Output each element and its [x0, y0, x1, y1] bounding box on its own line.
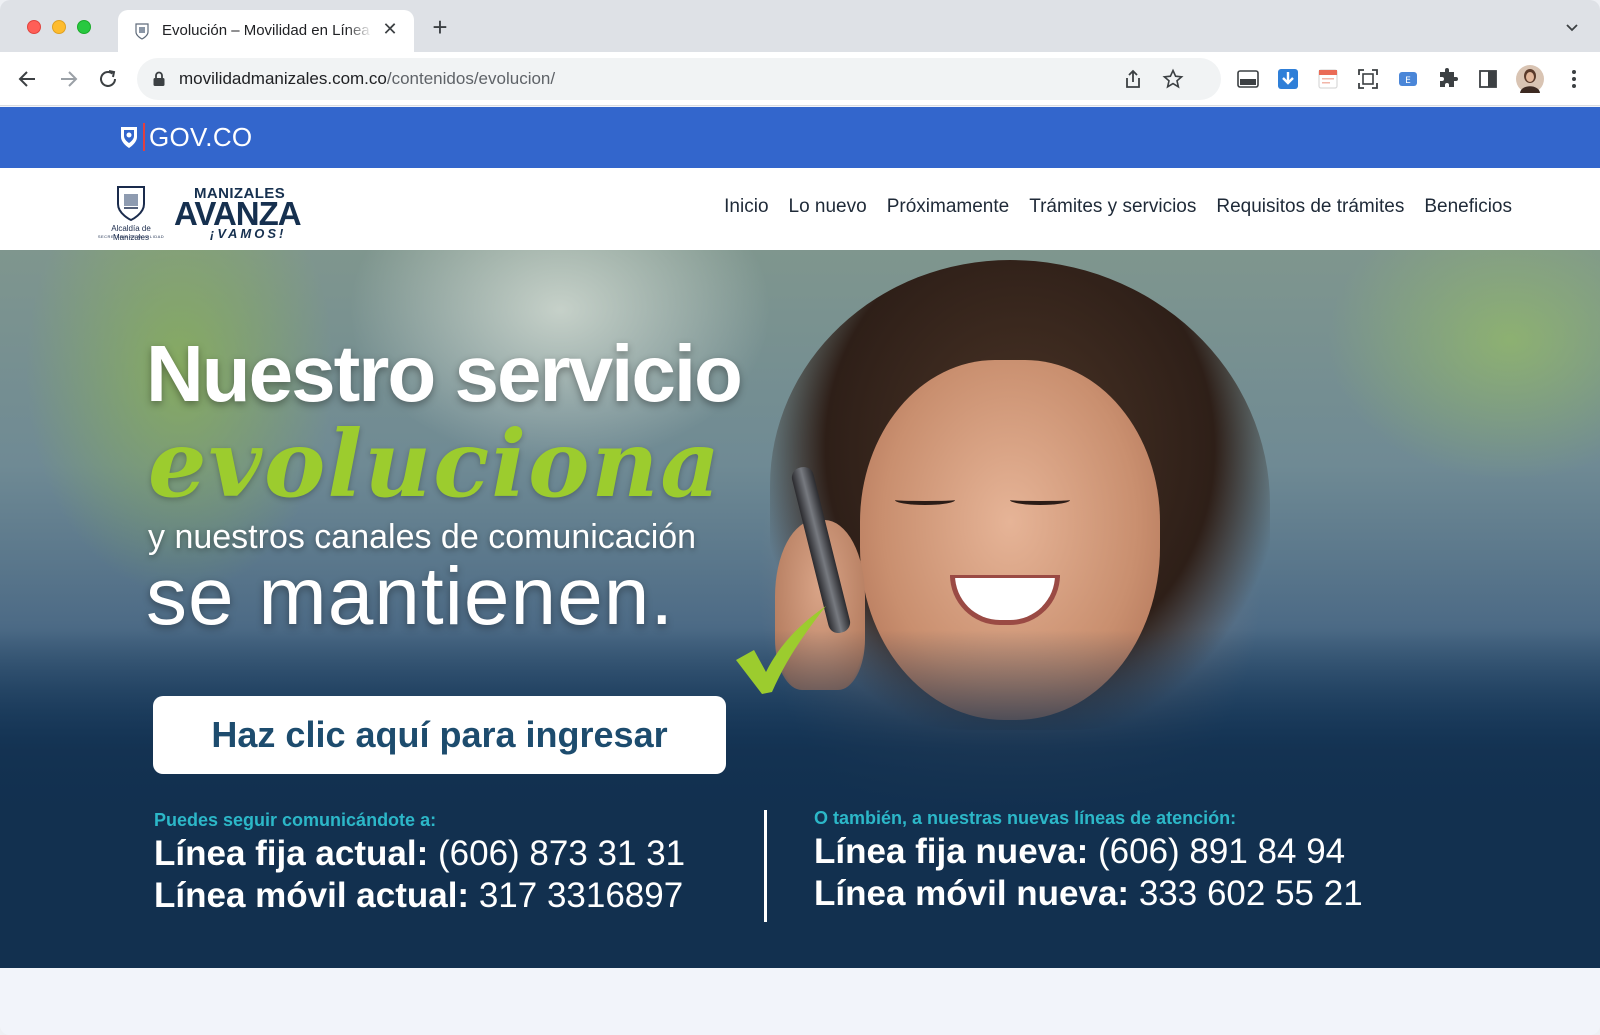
new-fixed-line: Línea fija nueva: (606) 891 84 94 — [814, 831, 1363, 873]
profile-avatar[interactable] — [1516, 65, 1544, 93]
site-header: Alcaldía de Manizales SECRETARÍA DE MOVI… — [0, 168, 1600, 250]
reload-icon[interactable] — [95, 66, 121, 92]
side-panel-icon[interactable] — [1476, 67, 1500, 91]
browser-toolbar: movilidadmanizales.com.co/contenidos/evo… — [0, 52, 1600, 106]
forward-arrow-icon[interactable] — [55, 66, 81, 92]
new-fixed-label: Línea fija nueva: — [814, 832, 1089, 871]
hero-banner: Nuestro servicio evoluciona y nuestros c… — [0, 250, 1600, 968]
download-extension-icon[interactable] — [1276, 67, 1300, 91]
crest-favicon-icon — [135, 23, 149, 40]
alcaldia-crest-icon — [117, 186, 145, 222]
new-extension-icon[interactable] — [1236, 67, 1260, 91]
new-contact-lines: O también, a nuestras nuevas líneas de a… — [814, 808, 1363, 915]
gov-co-label: GOV.CO — [149, 121, 253, 152]
gov-co-logo[interactable]: GOV.CO — [118, 121, 252, 153]
avanza-sub-text: ¡VAMOS! — [210, 226, 287, 241]
current-mobile-label: Línea móvil actual: — [154, 876, 470, 915]
current-contact-lines: Puedes seguir comunicándote a: Línea fij… — [154, 810, 685, 917]
svg-text:E: E — [1405, 76, 1411, 86]
contacts-divider — [764, 810, 767, 922]
hero-photo-eye-right — [1010, 495, 1070, 505]
close-window-button[interactable] — [27, 20, 41, 34]
nav-item-lo-nuevo[interactable]: Lo nuevo — [789, 196, 867, 218]
new-tab-icon[interactable]: + — [428, 14, 452, 40]
current-fixed-line: Línea fija actual: (606) 873 31 31 — [154, 833, 685, 875]
translate-extension-icon[interactable]: E — [1396, 67, 1420, 91]
url-text: movilidadmanizales.com.co/contenidos/evo… — [179, 69, 555, 89]
current-mobile-number[interactable]: 317 3316897 — [479, 876, 683, 915]
new-mobile-number[interactable]: 333 602 55 21 — [1139, 874, 1363, 913]
bookmark-star-icon[interactable] — [1162, 68, 1184, 90]
current-fixed-number[interactable]: (606) 873 31 31 — [438, 834, 685, 873]
nav-item-proximamente[interactable]: Próximamente — [887, 196, 1010, 218]
tab-strip: Evolución – Movilidad en Línea ✕ + — [0, 0, 1600, 52]
checkmark-icon — [736, 606, 826, 694]
new-mobile-label: Línea móvil nueva: — [814, 874, 1130, 913]
share-icon[interactable] — [1122, 68, 1144, 90]
address-bar[interactable]: movilidadmanizales.com.co/contenidos/evo… — [137, 58, 1221, 100]
gov-co-separator — [143, 123, 145, 151]
url-path: /contenidos/evolucion/ — [386, 69, 556, 88]
minimize-window-button[interactable] — [52, 20, 66, 34]
extensions-puzzle-icon[interactable] — [1436, 67, 1460, 91]
new-lines-heading: O también, a nuestras nuevas líneas de a… — [814, 808, 1237, 828]
nav-item-tramites-servicios[interactable]: Trámites y servicios — [1029, 196, 1196, 218]
manizales-avanza-logo[interactable]: MANIZALES AVANZA ¡VAMOS! — [174, 185, 302, 241]
current-lines-heading: Puedes seguir comunicándote a: — [154, 810, 437, 830]
web-page: GOV.CO Alcaldía de Manizales SECRETARÍA … — [0, 107, 1600, 1035]
alcaldia-subtitle: SECRETARÍA DE MOVILIDAD — [97, 234, 165, 239]
hero-photo-eye-left — [895, 495, 955, 505]
new-mobile-line: Línea móvil nueva: 333 602 55 21 — [814, 873, 1363, 915]
alcaldia-logo[interactable]: Alcaldía de Manizales SECRETARÍA DE MOVI… — [93, 184, 169, 242]
screen-capture-icon[interactable] — [1356, 67, 1380, 91]
calendar-extension-icon[interactable] — [1316, 67, 1340, 91]
back-arrow-icon[interactable] — [15, 66, 41, 92]
nav-item-requisitos[interactable]: Requisitos de trámites — [1216, 196, 1404, 218]
lock-icon[interactable] — [152, 71, 166, 87]
gov-co-bar: GOV.CO — [0, 107, 1600, 168]
url-host: movilidadmanizales.com.co — [179, 69, 387, 88]
alcaldia-name: Alcaldía de Manizales — [111, 224, 151, 242]
colombia-shield-icon — [121, 127, 137, 148]
browser-window: Evolución – Movilidad en Línea ✕ + movil… — [0, 0, 1600, 1035]
tab-title: Evolución – Movilidad en Línea — [162, 22, 372, 39]
browser-menu-icon[interactable] — [1562, 67, 1586, 91]
new-fixed-number[interactable]: (606) 891 84 94 — [1098, 832, 1345, 871]
current-fixed-label: Línea fija actual: — [154, 834, 429, 873]
hero-headline-evoluciona: evoluciona — [148, 410, 723, 518]
browser-tab-active[interactable]: Evolución – Movilidad en Línea ✕ — [118, 10, 414, 52]
hero-headline-line4: se mantienen. — [146, 551, 675, 642]
zoom-window-button[interactable] — [77, 20, 91, 34]
hero-headline-line1: Nuestro servicio — [146, 329, 743, 418]
tab-close-icon[interactable]: ✕ — [380, 19, 400, 39]
nav-item-inicio[interactable]: Inicio — [724, 196, 768, 218]
current-mobile-line: Línea móvil actual: 317 3316897 — [154, 875, 685, 917]
ingresar-button[interactable]: Haz clic aquí para ingresar — [153, 696, 726, 774]
main-navigation: Inicio Lo nuevo Próximamente Trámites y … — [704, 196, 1512, 218]
chevron-down-icon[interactable] — [1564, 20, 1580, 36]
nav-item-beneficios[interactable]: Beneficios — [1424, 196, 1512, 218]
ingresar-button-label: Haz clic aquí para ingresar — [211, 714, 668, 755]
